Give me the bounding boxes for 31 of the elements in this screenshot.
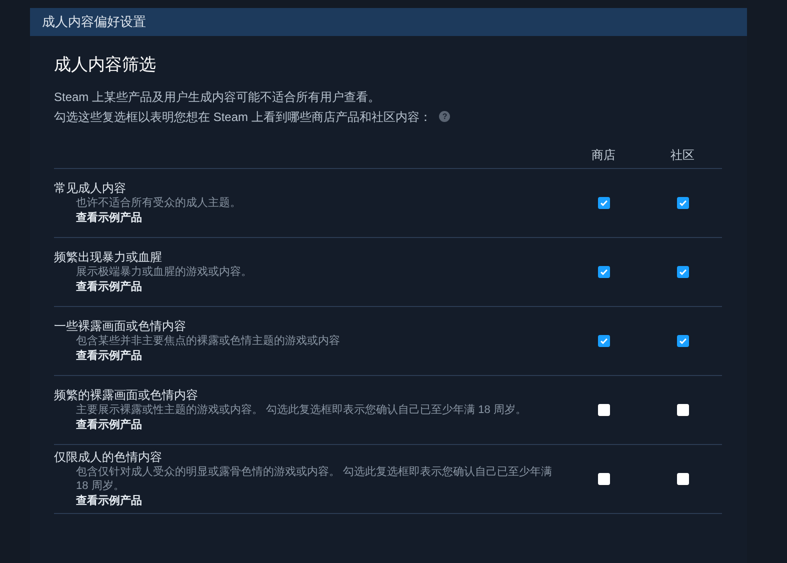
- category-description: 包含某些并非主要焦点的裸露或色情主题的游戏或内容: [75, 334, 341, 348]
- category-title: 频繁出现暴力或血腥: [54, 248, 163, 264]
- category-description: 主要展示裸露或性主题的游戏或内容。 勾选此复选框即表示您确认自己已至少年满 18 周岁。: [75, 402, 528, 416]
- checkbox[interactable]: [676, 196, 688, 208]
- example-products-link[interactable]: 查看示例产品: [54, 492, 142, 508]
- checkbox[interactable]: [676, 472, 688, 484]
- example-products-link[interactable]: 查看示例产品: [54, 416, 142, 432]
- category-description: 包含仅针对成人受众的明显或露骨色情的游戏或内容。 勾选此复选框即表示您确认自己已至少年满 18 周岁。: [75, 464, 554, 492]
- category-description: 也许不适合所有受众的成人主题。: [75, 196, 242, 210]
- intro-text: 勾选这些复选框以表明您想在 Steam 上看到哪些商店产品和社区内容：: [54, 108, 432, 126]
- checkbox[interactable]: [676, 334, 688, 346]
- category-title: 仅限成人的色情内容: [54, 448, 163, 464]
- example-products-link[interactable]: 查看示例产品: [54, 278, 142, 294]
- checkbox[interactable]: [598, 334, 610, 346]
- panel-title: 成人内容偏好设置: [42, 13, 146, 32]
- section-heading: 成人内容筛选: [54, 54, 157, 76]
- category-title: 频繁的裸露画面或色情内容: [54, 386, 199, 402]
- checkbox[interactable]: [598, 472, 610, 484]
- intro-text: Steam 上某些产品及用户生成内容可能不适合所有用户查看。: [54, 88, 380, 106]
- category-title: 一些裸露画面或色情内容: [54, 318, 187, 334]
- checkbox[interactable]: [598, 404, 610, 416]
- category-title: 常见成人内容: [54, 180, 127, 196]
- checkbox[interactable]: [598, 196, 610, 208]
- checkbox[interactable]: [676, 266, 688, 278]
- column-header: 商店: [590, 146, 616, 164]
- example-products-link[interactable]: 查看示例产品: [54, 348, 142, 364]
- checkbox[interactable]: [676, 404, 688, 416]
- column-header: 社区: [670, 146, 696, 164]
- example-products-link[interactable]: 查看示例产品: [54, 210, 142, 226]
- category-description: 展示极端暴力或血腥的游戏或内容。: [75, 264, 253, 278]
- checkbox[interactable]: [598, 266, 610, 278]
